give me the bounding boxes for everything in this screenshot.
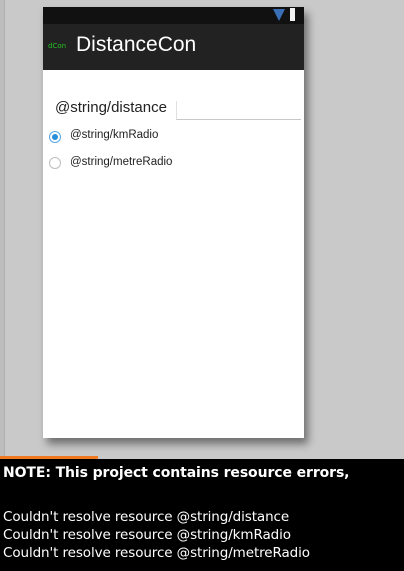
distance-input[interactable]: [176, 101, 301, 120]
radio-selected-dot: [52, 134, 58, 140]
console-note: NOTE: This project contains resource err…: [3, 465, 350, 481]
wifi-icon: [273, 9, 285, 21]
action-bar: dCon DistanceCon: [43, 24, 304, 70]
activity-content: @string/distance @string/kmRadio @string…: [43, 70, 304, 438]
status-bar: [43, 7, 304, 24]
km-radio-label[interactable]: @string/kmRadio: [70, 129, 158, 141]
metre-radio-button[interactable]: [49, 157, 61, 169]
distance-label: @string/distance: [55, 99, 167, 116]
km-radio-button[interactable]: [49, 131, 61, 143]
console-error-line: Couldn't resolve resource @string/distan…: [3, 509, 290, 525]
error-console: NOTE: This project contains resource err…: [0, 459, 404, 571]
app-icon: dCon: [48, 42, 67, 50]
app-title: DistanceCon: [76, 33, 197, 56]
editor-ruler: [0, 0, 5, 458]
console-error-line: Couldn't resolve resource @string/kmRadi…: [3, 527, 291, 543]
device-preview: dCon DistanceCon @string/distance @strin…: [43, 7, 304, 438]
metre-radio-label[interactable]: @string/metreRadio: [70, 156, 172, 168]
battery-icon: [290, 8, 295, 21]
console-error-line: Couldn't resolve resource @string/metreR…: [3, 545, 310, 561]
